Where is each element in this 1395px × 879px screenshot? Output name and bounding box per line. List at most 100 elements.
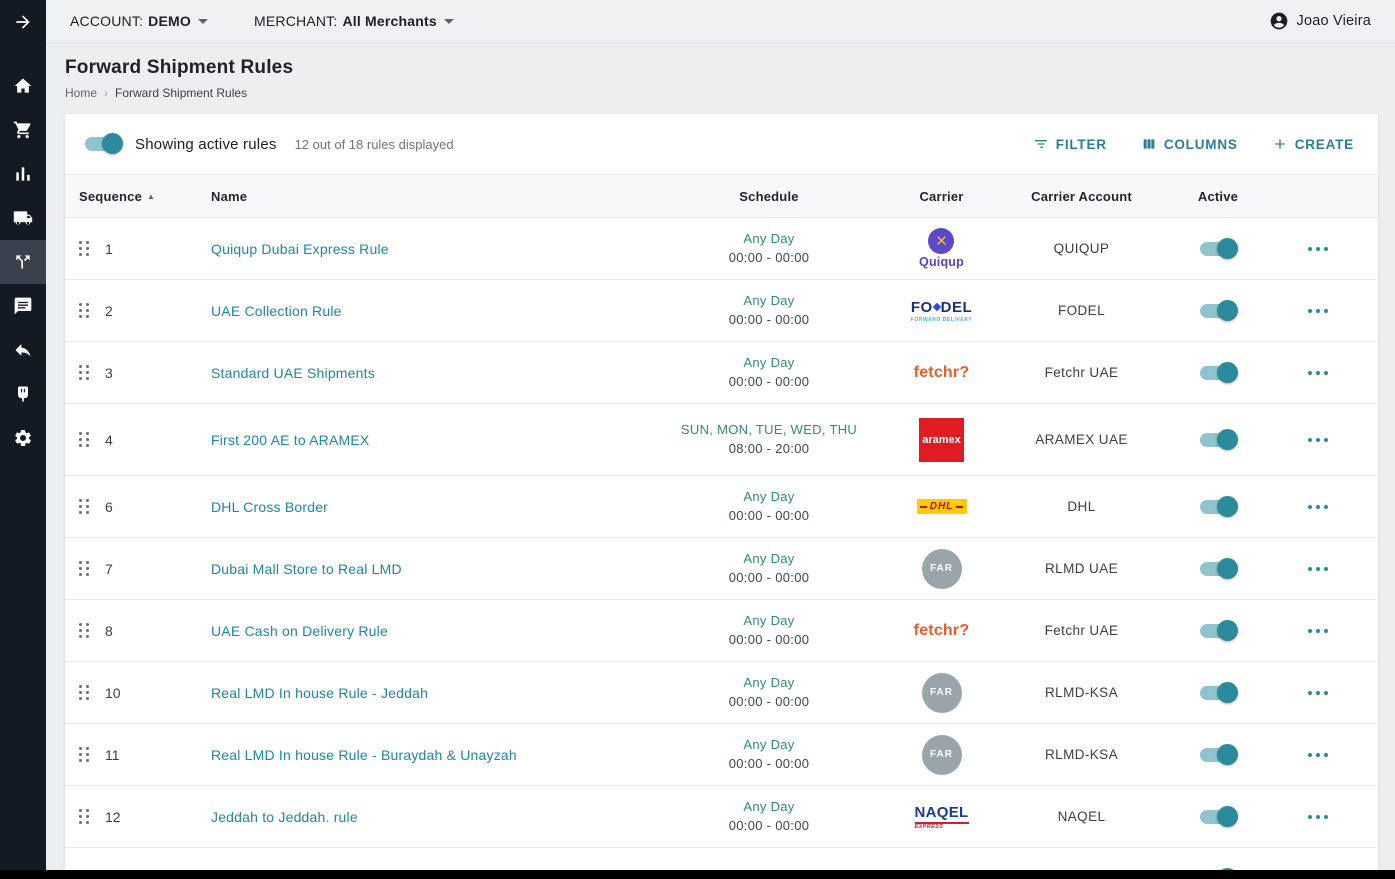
schedule-time: 00:00 - 00:00 (654, 755, 884, 774)
row-active-toggle[interactable] (1200, 623, 1236, 639)
row-actions-menu[interactable] (1272, 309, 1364, 313)
carrier-account-value: FODEL (999, 303, 1164, 318)
truck-icon (13, 208, 33, 228)
column-header-schedule[interactable]: Schedule (654, 189, 884, 204)
sidebar-item-home[interactable] (0, 64, 46, 108)
sidebar-item-fleet[interactable] (0, 196, 46, 240)
cart-icon (13, 120, 33, 140)
column-header-name[interactable]: Name (187, 189, 654, 204)
drag-handle[interactable] (79, 747, 105, 762)
schedule-cell: SUN, MON, TUE, WED, THU 08:00 - 20:00 (654, 421, 884, 459)
rule-name-link[interactable]: Jeddah to Jeddah. rule (187, 809, 654, 825)
schedule-time: 08:00 - 20:00 (654, 440, 884, 459)
row-active-toggle[interactable] (1200, 809, 1236, 825)
row-active-toggle[interactable] (1200, 241, 1236, 257)
row-actions-menu[interactable] (1272, 629, 1364, 633)
row-active-toggle[interactable] (1200, 561, 1236, 577)
row-active-toggle[interactable] (1200, 685, 1236, 701)
sequence-value: 11 (105, 747, 187, 763)
table-row: 2 UAE Collection Rule Any Day 00:00 - 00… (65, 280, 1378, 342)
drag-handle[interactable] (79, 685, 105, 700)
row-actions-menu[interactable] (1272, 247, 1364, 251)
far-logo: FAR (922, 549, 962, 589)
drag-handle[interactable] (79, 303, 105, 318)
drag-handle[interactable] (79, 365, 105, 380)
sequence-value: 4 (105, 432, 187, 448)
table-row: 12 Jeddah to Jeddah. rule Any Day 00:00 … (65, 786, 1378, 848)
schedule-time: 00:00 - 00:00 (654, 507, 884, 526)
user-name: Joao Vieira (1297, 13, 1371, 29)
row-active-toggle[interactable] (1200, 747, 1236, 763)
rule-name-link[interactable]: Dubai Mall Store to Real LMD (187, 561, 654, 577)
sidebar-item-orders[interactable] (0, 108, 46, 152)
sidebar-item-messages[interactable] (0, 284, 46, 328)
drag-dots-icon (79, 241, 89, 256)
merchant-dropdown[interactable]: MERCHANT: All Merchants (254, 13, 454, 29)
schedule-days: Any Day (654, 736, 884, 755)
sidebar-expand-button[interactable] (0, 0, 46, 44)
row-active-toggle[interactable] (1200, 303, 1236, 319)
drag-dots-icon (79, 747, 89, 762)
drag-handle[interactable] (79, 241, 105, 256)
rule-name-link[interactable]: First 200 AE to ARAMEX (187, 432, 654, 448)
sidebar-item-returns[interactable] (0, 328, 46, 372)
column-header-active[interactable]: Active (1164, 189, 1272, 204)
rule-name-link[interactable]: UAE Collection Rule (187, 303, 654, 319)
drag-handle[interactable] (79, 432, 105, 447)
row-actions-menu[interactable] (1272, 691, 1364, 695)
table-row: 8 UAE Cash on Delivery Rule Any Day 00:0… (65, 600, 1378, 662)
row-active-toggle[interactable] (1200, 432, 1236, 448)
carrier-logo: fetchr? (884, 364, 999, 382)
active-rules-toggle[interactable] (85, 136, 121, 152)
active-cell (1164, 365, 1272, 381)
carrier-account-value: RLMD-KSA (999, 685, 1164, 700)
sequence-value: 8 (105, 623, 187, 639)
carrier-account-value: Fetchr UAE (999, 365, 1164, 380)
gear-icon (13, 428, 33, 448)
table-row: 10 Real LMD In house Rule - Jeddah Any D… (65, 662, 1378, 724)
rule-name-link[interactable]: DHL Cross Border (187, 499, 654, 515)
sidebar-item-shipment-rules[interactable] (0, 240, 46, 284)
breadcrumb-home-link[interactable]: Home (65, 86, 97, 100)
sidebar-item-devices[interactable] (0, 372, 46, 416)
naqel-logo: NAQELEXPRESS (915, 804, 969, 830)
row-actions-menu[interactable] (1272, 815, 1364, 819)
drag-dots-icon (79, 809, 89, 824)
reply-arrow-icon (13, 340, 33, 360)
schedule-cell: Any Day 00:00 - 00:00 (654, 550, 884, 588)
carrier-account-value: RLMD-KSA (999, 747, 1164, 762)
carrier-logo: aramex (884, 418, 999, 462)
main-area: ACCOUNT: DEMO MERCHANT: All Merchants Jo… (46, 0, 1395, 879)
sidebar-item-analytics[interactable] (0, 152, 46, 196)
drag-handle[interactable] (79, 623, 105, 638)
row-actions-menu[interactable] (1272, 438, 1364, 442)
drag-handle[interactable] (79, 499, 105, 514)
sidebar-item-settings[interactable] (0, 416, 46, 460)
row-actions-menu[interactable] (1272, 567, 1364, 571)
column-header-carrier-account[interactable]: Carrier Account (999, 189, 1164, 204)
row-actions-menu[interactable] (1272, 753, 1364, 757)
row-active-toggle[interactable] (1200, 365, 1236, 381)
user-menu[interactable]: Joao Vieira (1269, 11, 1371, 31)
schedule-days: Any Day (654, 230, 884, 249)
schedule-cell: Any Day 00:00 - 00:00 (654, 612, 884, 650)
rule-name-link[interactable]: UAE Cash on Delivery Rule (187, 623, 654, 639)
rule-name-link[interactable]: Quiqup Dubai Express Rule (187, 241, 654, 257)
rule-name-link[interactable]: Standard UAE Shipments (187, 365, 654, 381)
schedule-time: 00:00 - 00:00 (654, 311, 884, 330)
columns-button[interactable]: COLUMNS (1141, 136, 1238, 152)
column-header-sequence[interactable]: Sequence ▲ (79, 189, 187, 204)
column-header-carrier[interactable]: Carrier (884, 189, 999, 204)
create-button[interactable]: CREATE (1272, 136, 1354, 152)
row-active-toggle[interactable] (1200, 499, 1236, 515)
filter-button[interactable]: FILTER (1033, 136, 1107, 152)
rule-name-link[interactable]: Real LMD In house Rule - Jeddah (187, 685, 654, 701)
fetchr-logo: fetchr? (914, 364, 970, 382)
row-actions-menu[interactable] (1272, 371, 1364, 375)
rule-name-link[interactable]: Real LMD In house Rule - Buraydah & Unay… (187, 747, 654, 763)
account-dropdown[interactable]: ACCOUNT: DEMO (70, 13, 208, 29)
row-actions-menu[interactable] (1272, 505, 1364, 509)
sequence-value: 2 (105, 303, 187, 319)
drag-handle[interactable] (79, 561, 105, 576)
drag-handle[interactable] (79, 809, 105, 824)
